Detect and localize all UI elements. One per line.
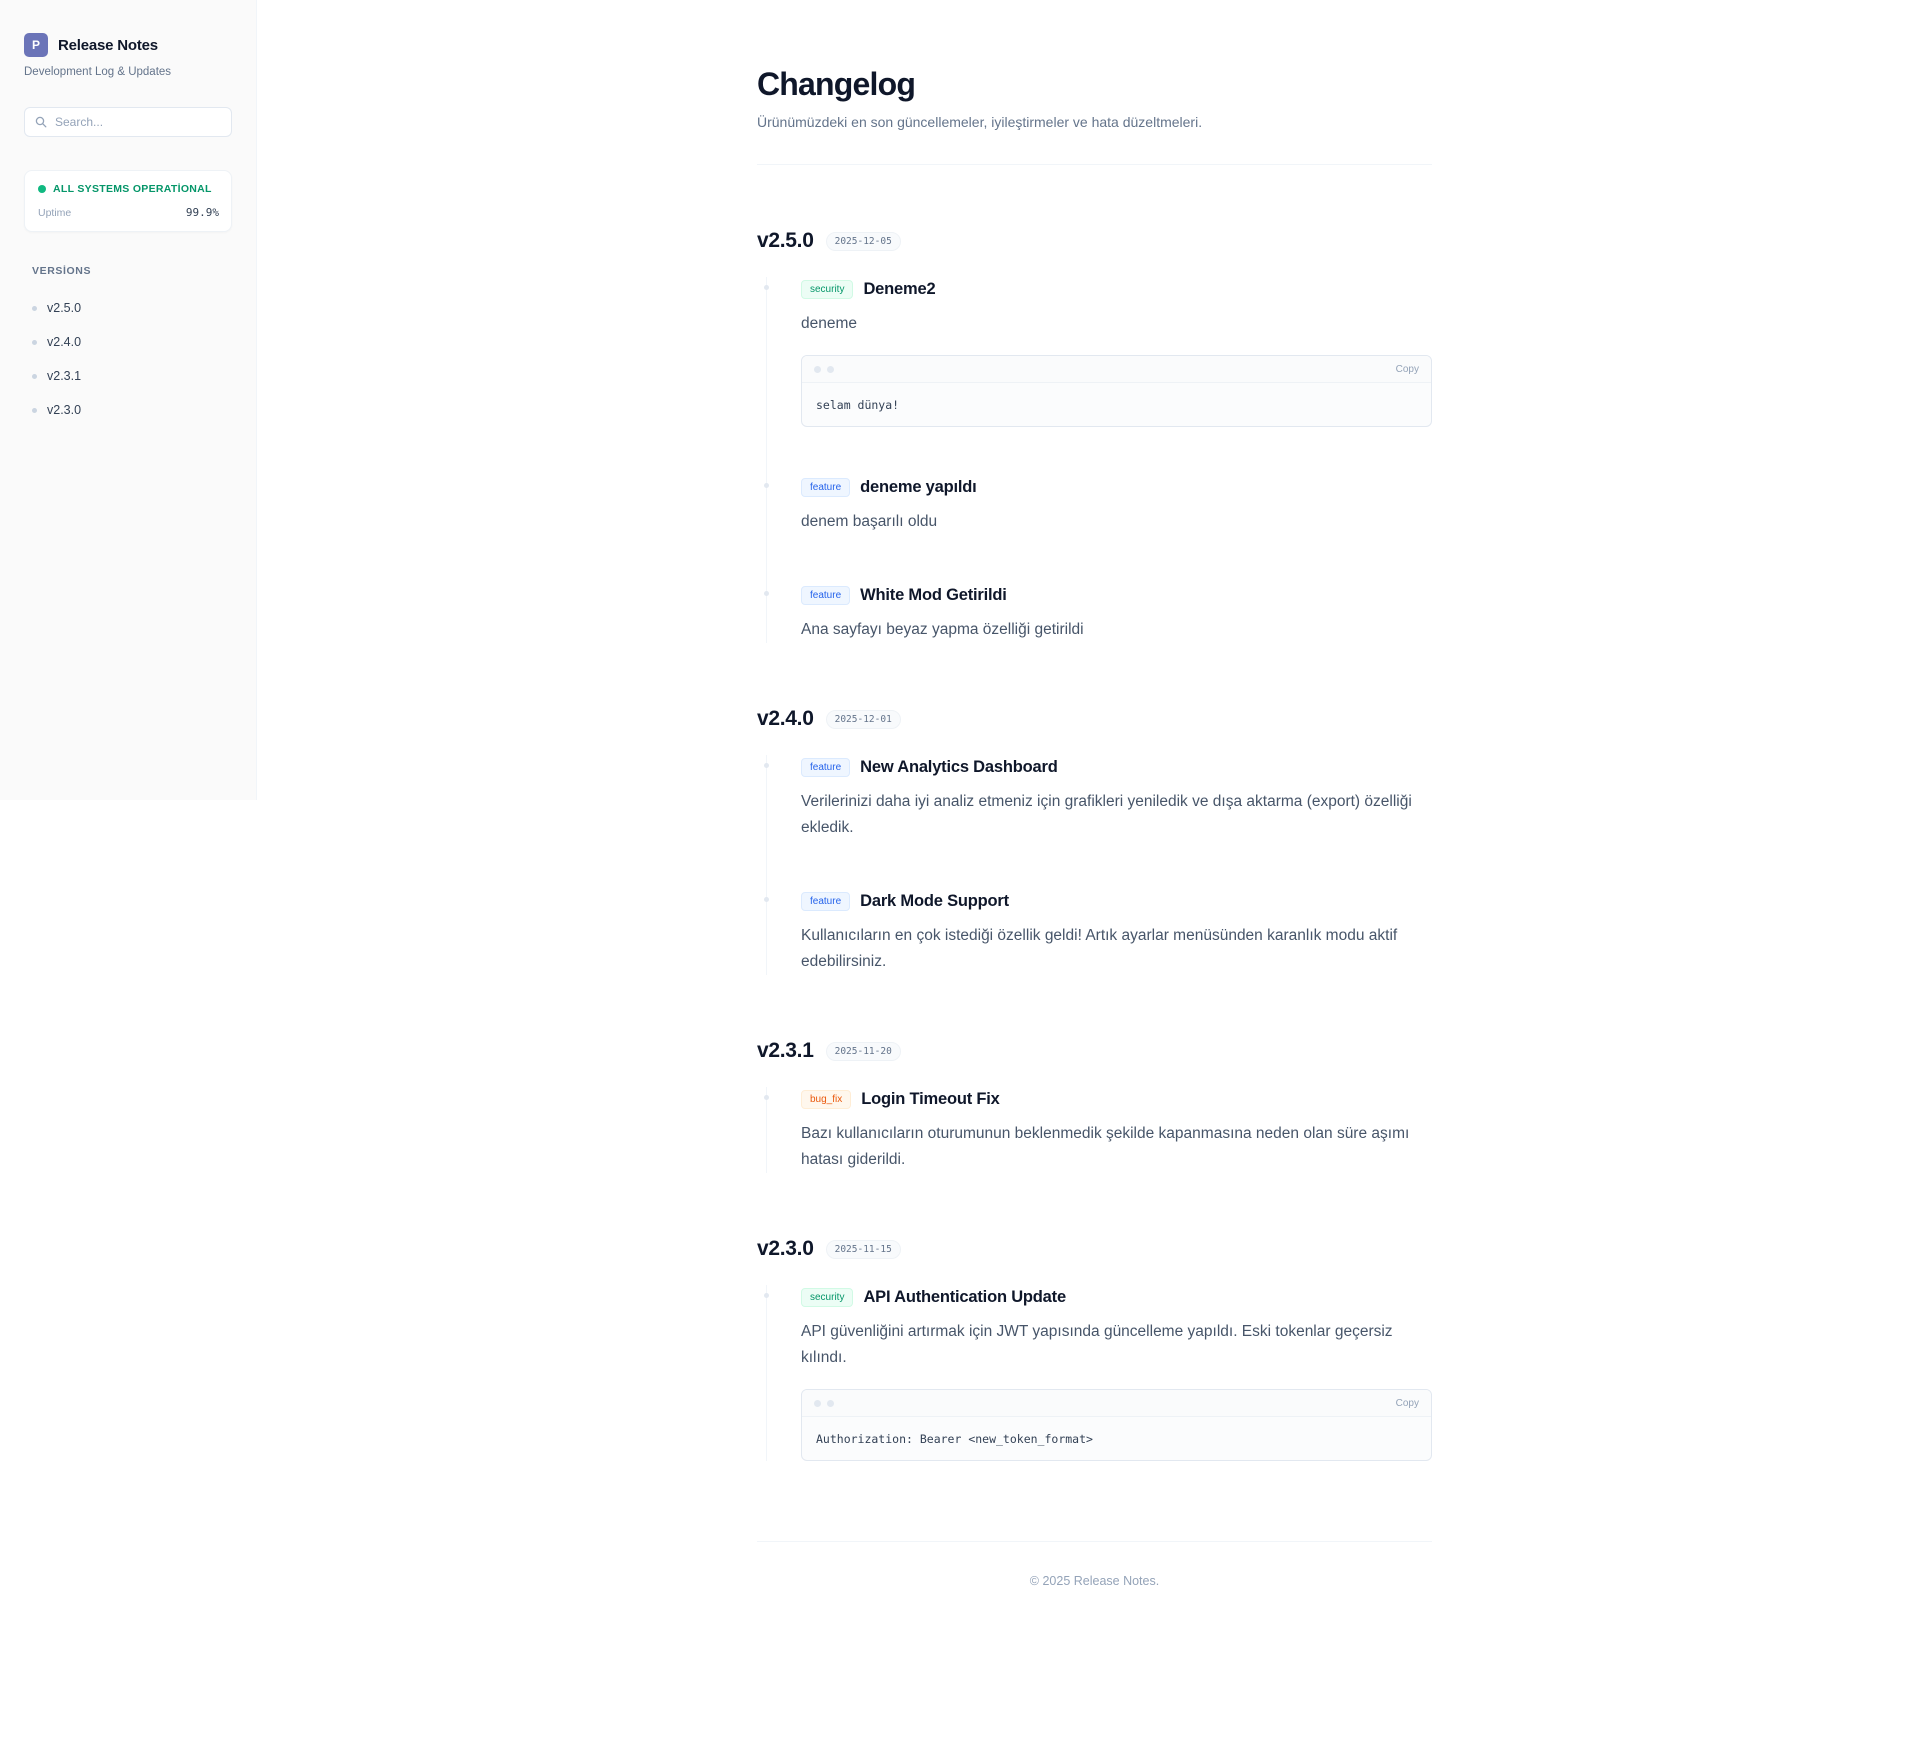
entry-title: Dark Mode Support	[860, 891, 1009, 910]
search-box[interactable]	[24, 107, 232, 137]
brand-logo: P	[24, 33, 48, 57]
code-block: Copy selam dünya!	[801, 355, 1432, 427]
changelog-entry: feature White Mod Getirildi Ana sayfayı …	[764, 583, 1432, 643]
release-v2-4-0: v2.4.0 2025-12-01 feature New Analytics …	[757, 707, 1432, 975]
entry-title: deneme yapıldı	[860, 477, 977, 496]
release-version: v2.5.0	[757, 229, 814, 252]
entry-title: API Authentication Update	[863, 1287, 1066, 1306]
changelog-entry: security API Authentication Update API g…	[764, 1285, 1432, 1461]
entry-description: API güvenliğini artırmak için JWT yapısı…	[801, 1323, 1393, 1366]
bullet-dot	[32, 305, 37, 311]
entry-title: Deneme2	[863, 279, 936, 298]
changelog-entry: feature deneme yapıldı denem başarılı ol…	[764, 475, 1432, 583]
release-entries: security API Authentication Update API g…	[764, 1285, 1432, 1461]
status-indicator-dot	[38, 185, 46, 193]
entry-title: New Analytics Dashboard	[860, 757, 1058, 776]
brand-subtitle: Development Log & Updates	[24, 66, 172, 78]
page-title: Changelog	[757, 66, 916, 102]
code-content: Authorization: Bearer <new_token_format>	[816, 1432, 1093, 1446]
release-v2-5-0: v2.5.0 2025-12-05 security Deneme2 denem…	[757, 229, 1432, 643]
release-entries: bug_fix Login Timeout Fix Bazı kullanıcı…	[764, 1087, 1432, 1173]
release-v2-3-0: v2.3.0 2025-11-15 security API Authentic…	[757, 1237, 1432, 1461]
entry-title: Login Timeout Fix	[861, 1089, 1000, 1108]
entry-description: Kullanıcıların en çok istediği özellik g…	[801, 927, 1398, 970]
code-block: Copy Authorization: Bearer <new_token_fo…	[801, 1389, 1432, 1461]
entry-title: White Mod Getirildi	[860, 585, 1007, 604]
brand-title: Release Notes	[58, 36, 158, 54]
release-version: v2.3.1	[757, 1039, 814, 1062]
release-date-badge: 2025-12-01	[825, 709, 901, 729]
release-entries: security Deneme2 deneme Copy selam dünya…	[764, 277, 1432, 643]
version-link-v2-4-0[interactable]: v2.4.0	[32, 325, 232, 359]
changelog-entry: feature Dark Mode Support Kullanıcıların…	[764, 889, 1432, 975]
timeline-dot	[764, 1293, 769, 1298]
bullet-dot	[32, 373, 37, 379]
uptime-label: Uptime	[38, 206, 72, 219]
version-link-v2-3-0[interactable]: v2.3.0	[32, 393, 232, 427]
changelog-entry: feature New Analytics Dashboard Verileri…	[764, 755, 1432, 889]
tag-badge: feature	[801, 757, 851, 777]
bullet-dot	[32, 407, 37, 413]
timeline-dot	[764, 591, 769, 596]
sidebar: P Release Notes Development Log & Update…	[0, 0, 257, 800]
entry-description: Bazı kullanıcıların oturumunun beklenmed…	[801, 1125, 1410, 1168]
release-v2-3-1: v2.3.1 2025-11-20 bug_fix Login Timeout …	[757, 1039, 1432, 1173]
changelog-main: Changelog Ürünümüzdeki en son güncelleme…	[757, 0, 1432, 1588]
release-entries: feature New Analytics Dashboard Verileri…	[764, 755, 1432, 975]
changelog-entry: security Deneme2 deneme Copy selam dünya…	[764, 277, 1432, 475]
copy-button[interactable]: Copy	[1396, 364, 1419, 375]
entry-description: denem başarılı oldu	[801, 513, 938, 530]
release-date-badge: 2025-11-15	[825, 1239, 901, 1259]
footer-copyright: © 2025 Release Notes.	[1029, 1574, 1160, 1588]
release-version: v2.4.0	[757, 707, 814, 730]
release-version: v2.3.0	[757, 1237, 814, 1260]
version-link-label: v2.3.1	[47, 369, 82, 383]
tag-badge: security	[801, 1287, 854, 1307]
timeline-dot	[764, 1095, 769, 1100]
release-date-badge: 2025-12-05	[825, 231, 901, 251]
version-link-label: v2.3.0	[47, 403, 82, 417]
tag-badge: feature	[801, 585, 851, 605]
window-dots-icon	[814, 365, 834, 373]
page-subtitle: Ürünümüzdeki en son güncellemeler, iyile…	[757, 114, 1203, 130]
tag-badge: feature	[801, 477, 851, 497]
timeline-dot	[764, 763, 769, 768]
version-link-label: v2.4.0	[47, 335, 82, 349]
changelog-entry: bug_fix Login Timeout Fix Bazı kullanıcı…	[764, 1087, 1432, 1173]
tag-badge: security	[801, 279, 854, 299]
versions-heading: VERSİONS	[32, 265, 92, 277]
window-dots-icon	[814, 1399, 834, 1407]
tag-badge: feature	[801, 891, 851, 911]
search-input[interactable]	[55, 115, 205, 129]
timeline-dot	[764, 483, 769, 488]
timeline-dot	[764, 897, 769, 902]
version-link-label: v2.5.0	[47, 301, 82, 315]
entry-description: deneme	[801, 315, 858, 332]
version-link-v2-3-1[interactable]: v2.3.1	[32, 359, 232, 393]
code-content: selam dünya!	[816, 398, 900, 412]
version-link-v2-5-0[interactable]: v2.5.0	[32, 291, 232, 325]
copy-button[interactable]: Copy	[1396, 1398, 1419, 1409]
bullet-dot	[32, 339, 37, 345]
entry-description: Ana sayfayı beyaz yapma özelliği getiril…	[801, 621, 1084, 638]
system-status-card: ALL SYSTEMS OPERATİONAL Uptime 99.9%	[24, 170, 232, 232]
release-date-badge: 2025-11-20	[825, 1041, 901, 1061]
search-icon	[35, 116, 47, 128]
tag-badge: bug_fix	[801, 1089, 852, 1109]
status-label: ALL SYSTEMS OPERATİONAL	[53, 183, 212, 195]
version-nav: v2.5.0 v2.4.0 v2.3.1 v2.3.0	[32, 291, 232, 427]
uptime-value: 99.9%	[185, 206, 219, 219]
divider	[757, 1541, 1432, 1542]
divider	[757, 164, 1432, 165]
entry-description: Verilerinizi daha iyi analiz etmeniz içi…	[801, 793, 1412, 836]
timeline-dot	[764, 285, 769, 290]
brand[interactable]: P Release Notes	[24, 33, 232, 57]
